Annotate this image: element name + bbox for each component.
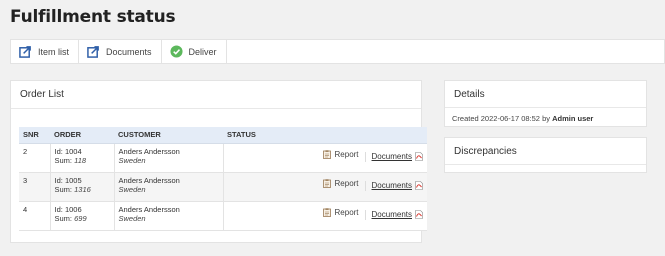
deliver-button[interactable]: Deliver [162, 40, 227, 63]
discrepancies-title: Discrepancies [445, 138, 646, 165]
deliver-label: Deliver [188, 46, 217, 57]
item-list-button[interactable]: Item list [11, 40, 80, 63]
documents-link[interactable]: Documents [372, 210, 412, 219]
details-panel: Details Created 2022-06-17 08:52 by Admi… [444, 80, 647, 127]
col-order-header: ORDER [50, 127, 114, 144]
col-customer-header: CUSTOMER [114, 127, 223, 144]
order-list-title: Order List [11, 81, 421, 109]
documents-link[interactable]: Documents [372, 152, 412, 161]
created-text: Created 2022-06-17 08:52 by [452, 114, 550, 123]
order-cell: Id: 1004 Sum: 118 [50, 143, 115, 173]
export-icon [87, 46, 99, 58]
pdf-file-icon[interactable] [415, 181, 423, 190]
snr-cell: 4 [19, 201, 51, 231]
order-cell: Id: 1006 Sum: 699 [50, 201, 115, 231]
clipboard-icon [322, 178, 331, 188]
order-id: 1004 [64, 146, 82, 156]
toolbar: Item list Documents Deliver [10, 39, 665, 64]
id-label: Id: [54, 204, 63, 214]
created-by-user: Admin user [552, 114, 594, 123]
discrepancies-panel: Discrepancies [444, 137, 647, 173]
order-list-panel: Order List SNR ORDER CUSTOMER STATUS 2 I… [10, 80, 427, 243]
pdf-file-icon[interactable] [415, 152, 423, 161]
page-title: Fulfillment status [10, 7, 176, 27]
customer-name: Anders Andersson [118, 175, 180, 185]
col-status-header: STATUS [223, 127, 427, 144]
col-snr-header: SNR [19, 127, 50, 144]
check-circle-icon [170, 45, 183, 58]
documents-button[interactable]: Documents [79, 40, 162, 63]
customer-cell: Anders Andersson Sweden [114, 201, 224, 231]
details-title: Details [445, 81, 646, 108]
details-created: Created 2022-06-17 08:52 by Admin user [445, 108, 646, 129]
clipboard-icon [322, 149, 331, 159]
report-label: Report [334, 149, 359, 159]
sum-label: Sum: [54, 184, 73, 194]
customer-country: Sweden [118, 155, 146, 165]
order-sum: 699 [74, 213, 87, 223]
separator [364, 209, 366, 220]
pdf-file-icon[interactable] [415, 210, 423, 219]
customer-name: Anders Andersson [118, 204, 180, 214]
report-link[interactable]: Report [322, 178, 359, 188]
sum-label: Sum: [54, 213, 73, 223]
id-label: Id: [54, 175, 63, 185]
documents-label: Documents [106, 46, 152, 57]
table-row[interactable]: 3 Id: 1005 Sum: 1316 Anders Andersson Sw… [19, 172, 427, 202]
order-id: 1005 [64, 175, 82, 185]
order-cell: Id: 1005 Sum: 1316 [50, 172, 115, 202]
sum-label: Sum: [54, 155, 73, 165]
separator [364, 180, 366, 191]
report-link[interactable]: Report [322, 207, 359, 217]
item-list-label: Item list [38, 46, 70, 57]
customer-country: Sweden [118, 213, 146, 223]
separator [364, 151, 366, 162]
table-row[interactable]: 4 Id: 1006 Sum: 699 Anders Andersson Swe… [19, 201, 427, 231]
table-row[interactable]: 2 Id: 1004 Sum: 118 Anders Andersson Swe… [19, 143, 427, 173]
order-sum: 118 [74, 155, 87, 165]
customer-cell: Anders Andersson Sweden [114, 172, 224, 202]
customer-cell: Anders Andersson Sweden [114, 143, 224, 173]
report-label: Report [334, 178, 359, 188]
table-header-row: SNR ORDER CUSTOMER STATUS [19, 127, 427, 144]
status-cell: Report Documents [223, 172, 427, 202]
customer-name: Anders Andersson [118, 146, 180, 156]
status-cell: Report Documents [223, 201, 427, 231]
status-cell: Report Documents [223, 143, 427, 173]
order-table: SNR ORDER CUSTOMER STATUS 2 Id: 1004 Sum… [19, 127, 427, 231]
clipboard-icon [322, 207, 331, 217]
id-label: Id: [54, 146, 63, 156]
order-id: 1006 [64, 204, 82, 214]
snr-cell: 2 [19, 143, 51, 173]
documents-link[interactable]: Documents [372, 181, 412, 190]
report-label: Report [334, 207, 359, 217]
order-sum: 1316 [74, 184, 91, 194]
snr-cell: 3 [19, 172, 51, 202]
report-link[interactable]: Report [322, 149, 359, 159]
customer-country: Sweden [118, 184, 146, 194]
export-icon [19, 46, 31, 58]
